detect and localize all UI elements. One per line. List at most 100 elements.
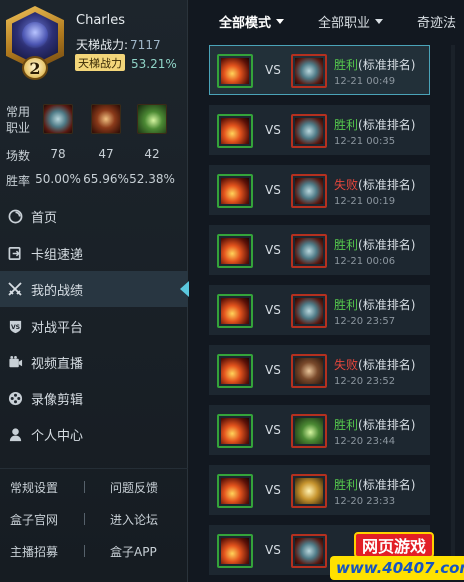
user-icon <box>6 425 24 443</box>
chevron-down-icon <box>276 19 285 24</box>
match-history-panel: 全部模式 全部职业 奇迹法 VS 胜利(标准排名) 12-21 00:49 VS 胜利(… <box>189 0 464 582</box>
streamer-recruit-link[interactable]: 主播招募 <box>10 543 58 560</box>
level-badge: 2 <box>22 56 48 80</box>
winrate-value: 52.38% <box>129 172 175 186</box>
official-site-link[interactable]: 盒子官网 <box>10 511 58 528</box>
match-row[interactable]: VS 失败(标准排名) 12-21 00:19 <box>209 165 430 215</box>
deck-filter[interactable]: 奇迹法 <box>417 12 456 31</box>
fire-spell-icon <box>221 178 249 204</box>
result-label: 胜利 <box>334 298 359 312</box>
winrate-value: 65.96% <box>83 172 129 186</box>
nav-item-home[interactable]: 首页 <box>0 198 188 234</box>
sidebar: 2 Charles 天梯战力: 7117 天梯战力 53.21% 常用职业 场数 … <box>0 0 189 582</box>
nav-item-live[interactable]: 视频直播 <box>0 344 188 380</box>
nav-item-battle[interactable]: VS 对战平台 <box>0 308 188 344</box>
footer-links: 常规设置 问题反馈 盒子官网 进入论坛 主播招募 盒子APP <box>0 468 188 582</box>
my-deck-icon <box>217 54 253 88</box>
opponent-class-icon <box>295 118 323 144</box>
video-icon <box>6 353 24 371</box>
nav-label: 我的战绩 <box>31 283 84 299</box>
match-time: 12-21 00:35 <box>334 136 396 147</box>
class-label: 常用职业 <box>6 105 31 135</box>
nav-item-deck[interactable]: 卡组速递 <box>0 235 188 271</box>
opponent-class-icon <box>295 238 323 264</box>
vs-label: VS <box>265 63 281 77</box>
vs-label: VS <box>265 543 281 557</box>
match-time: 12-21 00:06 <box>334 256 396 267</box>
divider <box>84 545 85 557</box>
active-indicator <box>180 281 189 297</box>
class-filter[interactable]: 全部职业 <box>318 12 384 31</box>
nature-class-icon[interactable] <box>137 104 167 134</box>
settings-link[interactable]: 常规设置 <box>10 479 58 496</box>
game-mode-label: (标准排名) <box>358 58 416 72</box>
film-icon <box>6 389 24 407</box>
vs-label: VS <box>265 423 281 437</box>
result-label: 胜利 <box>334 418 359 432</box>
opponent-deck-icon <box>291 294 327 328</box>
nav-item-profile[interactable]: 个人中心 <box>0 416 188 452</box>
rank-power: 天梯战力: 7117 <box>76 36 161 53</box>
vs-label: VS <box>265 123 281 137</box>
divider <box>84 481 85 493</box>
vs-label: VS <box>265 243 281 257</box>
match-row[interactable]: VS 胜利(标准排名) 12-20 23:44 <box>209 405 430 455</box>
scrollbar[interactable] <box>451 45 455 575</box>
match-row[interactable]: VS 胜利(标准排名) 12-20 23:33 <box>209 465 430 515</box>
watermark-url: www.40407.com <box>330 556 464 580</box>
opponent-deck-icon <box>291 174 327 208</box>
my-deck-icon <box>217 414 253 448</box>
match-row[interactable]: VS 胜利(标准排名) 12-21 00:49 <box>209 45 430 95</box>
result-label: 失败 <box>334 178 359 192</box>
forum-link[interactable]: 进入论坛 <box>110 511 158 528</box>
fire-spell-icon <box>221 538 249 564</box>
games-row: 场数 78 47 42 <box>0 147 188 163</box>
player-name: Charles <box>76 13 126 28</box>
rank-tag: 天梯战力 <box>75 54 125 71</box>
games-count: 47 <box>98 147 114 161</box>
match-row[interactable]: VS 胜利(标准排名) 12-21 00:35 <box>209 105 430 155</box>
swords-icon <box>6 280 24 298</box>
deck-icon <box>6 244 24 262</box>
game-mode-label: (标准排名) <box>358 178 416 192</box>
opponent-class-icon <box>295 298 323 324</box>
my-deck-icon <box>217 474 253 508</box>
app-link[interactable]: 盒子APP <box>110 543 157 560</box>
nav-label: 首页 <box>31 210 58 226</box>
vs-label: VS <box>265 303 281 317</box>
nav-label: 视频直播 <box>31 356 84 372</box>
opponent-deck-icon <box>291 534 327 568</box>
vs-label: VS <box>265 483 281 497</box>
opponent-class-icon <box>295 58 323 84</box>
avatar[interactable]: 2 <box>6 6 64 80</box>
nav-item-replay[interactable]: 录像剪辑 <box>0 380 188 416</box>
my-deck-icon <box>217 294 253 328</box>
match-result: 胜利(标准排名) <box>334 476 415 493</box>
fire-spell-icon <box>221 298 249 324</box>
match-result: 失败(标准排名) <box>334 356 415 373</box>
fire-spell-icon <box>221 118 249 144</box>
winrate-value: 50.00% <box>35 172 81 186</box>
opponent-deck-icon <box>291 354 327 388</box>
nav-label: 对战平台 <box>31 320 84 336</box>
result-label: 失败 <box>334 358 359 372</box>
beast-class-icon[interactable] <box>91 104 121 134</box>
filter-bar: 全部模式 全部职业 奇迹法 <box>189 0 464 42</box>
nav-label: 个人中心 <box>31 428 84 444</box>
nav-item-my-record[interactable]: 我的战绩 <box>0 271 189 307</box>
opponent-class-icon <box>295 178 323 204</box>
feedback-link[interactable]: 问题反馈 <box>110 479 158 496</box>
match-time: 12-20 23:33 <box>334 496 396 507</box>
match-result: 胜利(标准排名) <box>334 116 415 133</box>
match-row[interactable]: VS 失败(标准排名) 12-20 23:52 <box>209 345 430 395</box>
result-label: 胜利 <box>334 238 359 252</box>
match-row[interactable]: VS 胜利(标准排名) 12-20 23:57 <box>209 285 430 335</box>
match-row[interactable]: VS 胜利(标准排名) 12-21 00:06 <box>209 225 430 275</box>
fire-spell-icon <box>221 238 249 264</box>
rank-power-label: 天梯战力: <box>76 38 129 52</box>
games-count: 42 <box>144 147 160 161</box>
mech-class-icon[interactable] <box>43 104 73 134</box>
deck-filter-label: 奇迹法 <box>417 16 457 31</box>
my-deck-icon <box>217 174 253 208</box>
mode-filter[interactable]: 全部模式 <box>219 12 285 31</box>
